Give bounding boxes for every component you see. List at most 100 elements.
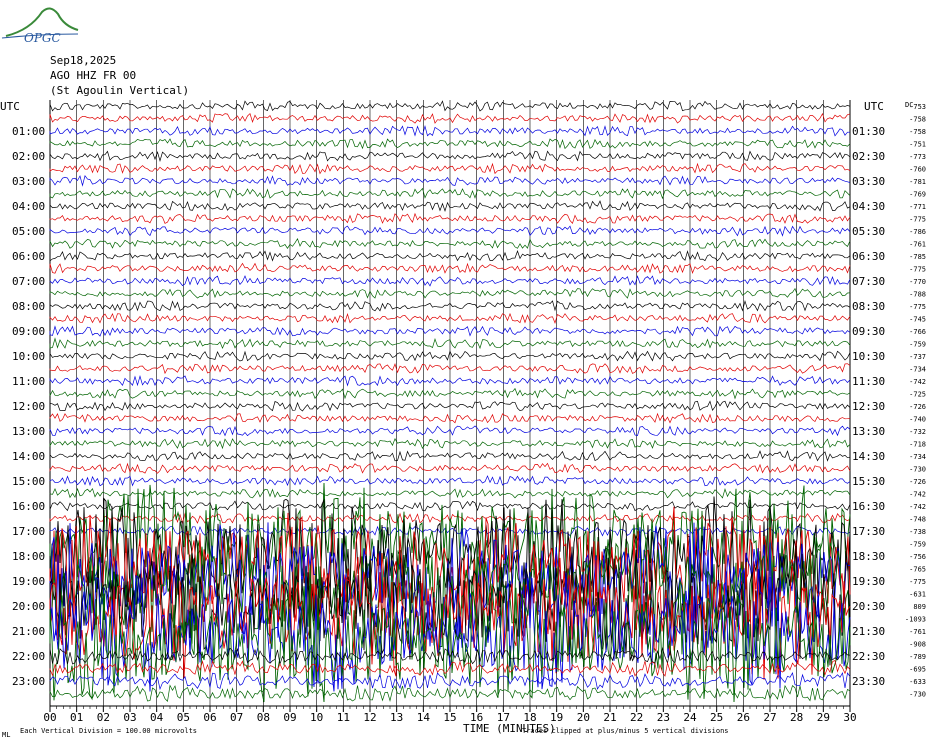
trace-offset-label: -908 (909, 641, 926, 649)
trace-offset-label: -738 (909, 528, 926, 536)
x-tick-label: 07 (230, 711, 243, 724)
x-tick-label: 23 (657, 711, 670, 724)
x-tick-label: 12 (363, 711, 376, 724)
x-tick-label: 20 (577, 711, 590, 724)
trace-offset-label: -751 (909, 141, 926, 149)
x-tick-label: 02 (97, 711, 110, 724)
trace-offset-label: -734 (909, 453, 926, 461)
x-tick-label: 05 (177, 711, 190, 724)
left-hour-label: 17:00 (12, 525, 45, 538)
trace-offset-label: -725 (909, 391, 926, 399)
trace-offset-label: -726 (909, 478, 926, 486)
footer-mark: ML (2, 731, 10, 739)
trace-offset-label: -761 (909, 628, 926, 636)
x-tick-label: 28 (790, 711, 803, 724)
left-hour-label: 19:00 (12, 575, 45, 588)
trace-offset-label: -726 (909, 403, 926, 411)
right-hour-label: 09:30 (852, 325, 885, 338)
right-hour-label: 11:30 (852, 375, 885, 388)
x-tick-label: 25 (710, 711, 723, 724)
left-hour-label: 02:00 (12, 150, 45, 163)
left-hour-label: 23:00 (12, 675, 45, 688)
trace-offset-label: -756 (909, 553, 926, 561)
trace-offset-label: -742 (909, 503, 926, 511)
left-hour-label: 01:00 (12, 125, 45, 138)
left-hour-label: 06:00 (12, 250, 45, 263)
x-tick-label: 29 (817, 711, 830, 724)
right-hour-label: 06:30 (852, 250, 885, 263)
x-tick-label: 03 (123, 711, 136, 724)
left-hour-label: 11:00 (12, 375, 45, 388)
trace-offset-label: -775 (909, 303, 926, 311)
right-hour-label: 15:30 (852, 475, 885, 488)
trace-offset-label: -730 (909, 691, 926, 699)
left-hour-label: 03:00 (12, 175, 45, 188)
right-hour-label: 04:30 (852, 200, 885, 213)
left-hour-label: 21:00 (12, 625, 45, 638)
left-hour-label: 10:00 (12, 350, 45, 363)
trace-offset-label: -771 (909, 203, 926, 211)
left-hour-label: 14:00 (12, 450, 45, 463)
x-tick-label: 30 (843, 711, 856, 724)
trace-offset-label: -730 (909, 466, 926, 474)
right-hour-label: 07:30 (852, 275, 885, 288)
trace-offset-label: -740 (909, 416, 926, 424)
left-hour-label: 07:00 (12, 275, 45, 288)
trace-offset-label: -737 (909, 353, 926, 361)
trace-offset-label: -788 (909, 291, 926, 299)
left-hour-label: 04:00 (12, 200, 45, 213)
left-hour-label: 12:00 (12, 400, 45, 413)
trace-offset-label: -748 (909, 516, 926, 524)
x-tick-label: 11 (337, 711, 350, 724)
trace-offset-label: -718 (909, 441, 926, 449)
x-tick-label: 04 (150, 711, 164, 724)
x-tick-label: 26 (737, 711, 750, 724)
right-hour-label: 17:30 (852, 525, 885, 538)
trace-offset-label: 809 (913, 603, 926, 611)
right-hour-label: 19:30 (852, 575, 885, 588)
right-hour-label: 23:30 (852, 675, 885, 688)
trace-offset-label: -753 (909, 103, 926, 111)
left-hour-label: 08:00 (12, 300, 45, 313)
right-hour-label: 18:30 (852, 550, 885, 563)
x-tick-label: 09 (283, 711, 296, 724)
left-hour-label: 09:00 (12, 325, 45, 338)
x-tick-label: 08 (257, 711, 270, 724)
x-tick-label: 01 (70, 711, 83, 724)
trace-offset-label: -760 (909, 166, 926, 174)
left-hour-label: 20:00 (12, 600, 45, 613)
right-hour-label: 16:30 (852, 500, 885, 513)
left-hour-label: 15:00 (12, 475, 45, 488)
clip-note: Traces clipped at plus/minus 5 vertical … (522, 727, 729, 735)
trace-offset-label: -786 (909, 228, 926, 236)
right-hour-label: 13:30 (852, 425, 885, 438)
x-tick-label: 14 (417, 711, 431, 724)
right-hour-label: 02:30 (852, 150, 885, 163)
right-hour-label: 05:30 (852, 225, 885, 238)
x-tick-label: 13 (390, 711, 403, 724)
right-hour-label: 20:30 (852, 600, 885, 613)
scale-note: Each Vertical Division = 100.00 microvol… (20, 727, 197, 735)
left-hour-label: 22:00 (12, 650, 45, 663)
trace-offset-label: -789 (909, 653, 926, 661)
trace-offset-label: -759 (909, 341, 926, 349)
trace-offset-label: -761 (909, 241, 926, 249)
trace-offset-label: -633 (909, 678, 926, 686)
trace-offset-label: -732 (909, 428, 926, 436)
trace-offset-label: -775 (909, 216, 926, 224)
trace-offset-label: -1093 (905, 616, 926, 624)
right-hour-label: 01:30 (852, 125, 885, 138)
left-hour-label: 05:00 (12, 225, 45, 238)
x-tick-label: 06 (203, 711, 216, 724)
left-hour-label: 13:00 (12, 425, 45, 438)
x-tick-label: 10 (310, 711, 323, 724)
right-hour-label: 21:30 (852, 625, 885, 638)
trace-offset-label: -758 (909, 128, 926, 136)
trace-offset-label: -766 (909, 328, 926, 336)
left-axis-title: UTC (0, 100, 20, 113)
trace-offset-label: -781 (909, 178, 926, 186)
trace-offset-label: -785 (909, 253, 926, 261)
trace-offset-label: -758 (909, 116, 926, 124)
trace-offset-label: -765 (909, 566, 926, 574)
trace-offset-label: -631 (909, 591, 926, 599)
